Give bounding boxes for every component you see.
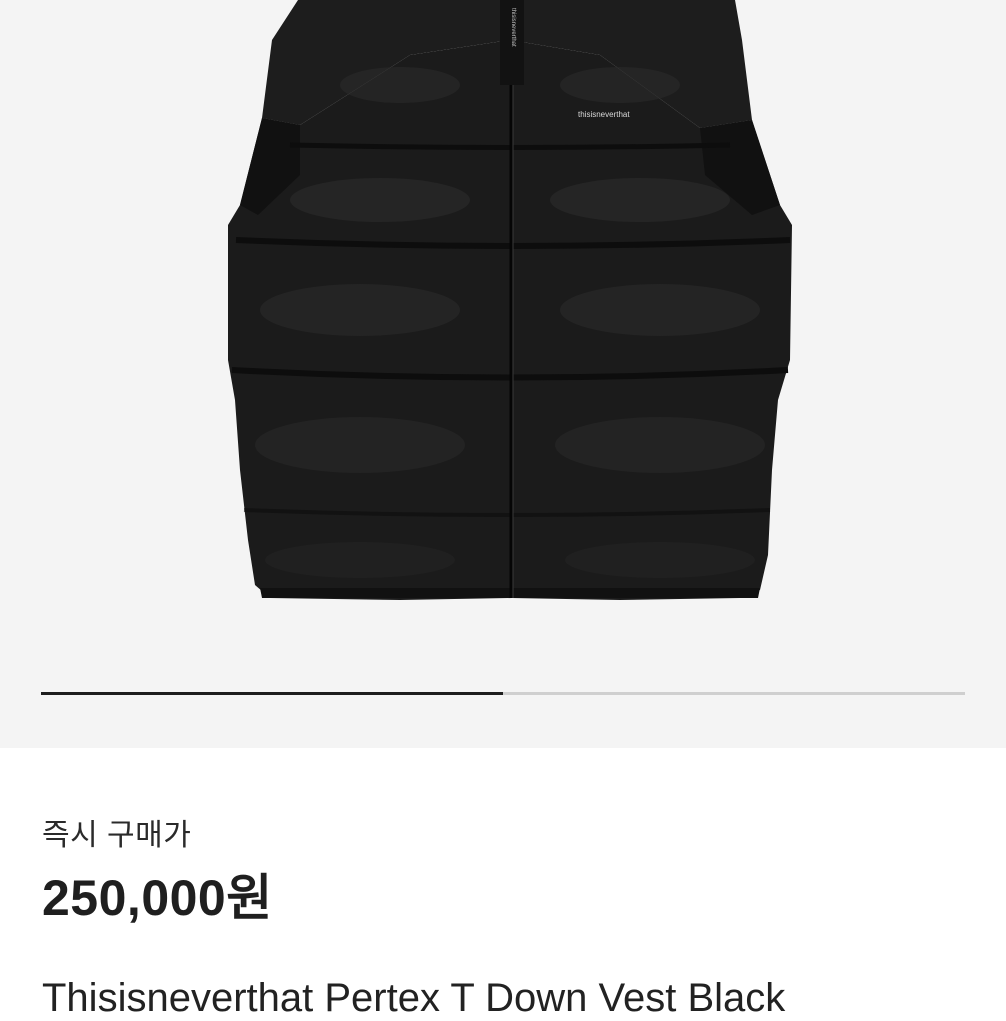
brand-logo-text: thisisneverthat bbox=[578, 110, 630, 119]
product-image[interactable]: thisisneverthat thisisneverthat bbox=[0, 0, 1006, 748]
instant-buy-price-label: 즉시 구매가 bbox=[42, 819, 192, 852]
product-image-gallery[interactable]: thisisneverthat thisisneverthat bbox=[0, 0, 1006, 748]
collar-tag-text: thisisneverthat bbox=[510, 8, 516, 47]
image-progress-bar bbox=[41, 692, 965, 695]
image-progress-fill bbox=[41, 692, 503, 695]
instant-buy-price: 250,000원 bbox=[42, 870, 273, 926]
product-title: Thisisneverthat Pertex T Down Vest Black bbox=[42, 976, 786, 1020]
